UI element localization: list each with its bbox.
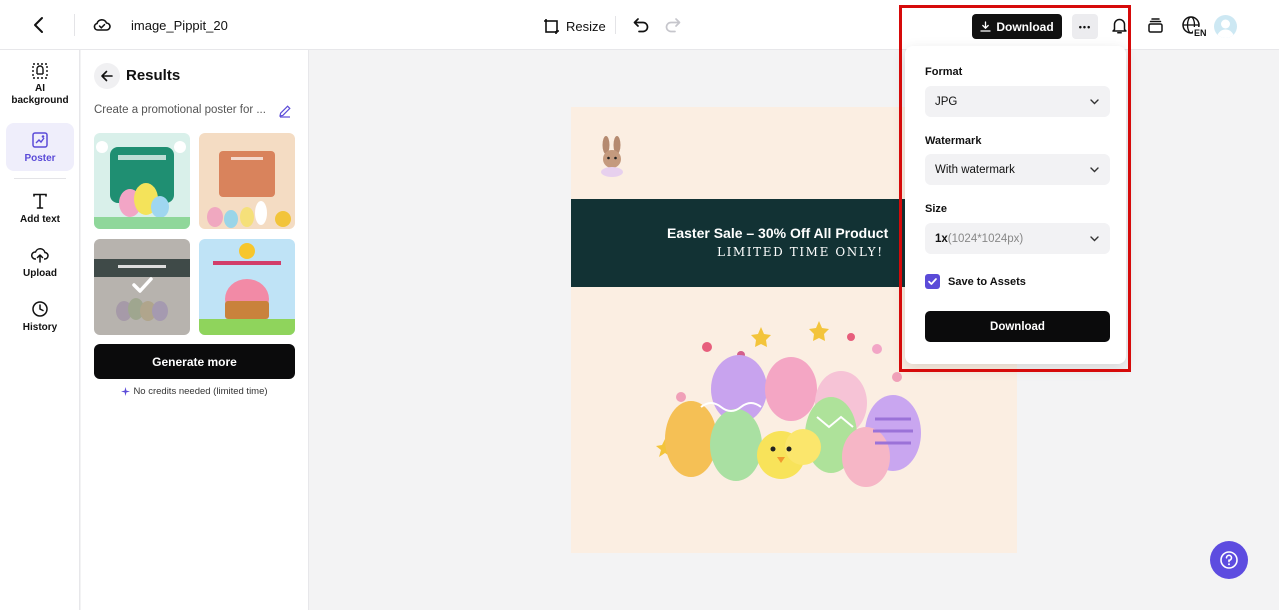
rail-item-poster[interactable]: Poster (6, 123, 74, 171)
bunny-logo-icon (601, 136, 623, 177)
edit-pencil-icon[interactable] (278, 104, 292, 118)
language-code: EN (1194, 28, 1207, 37)
resize-button[interactable]: Resize (543, 15, 606, 37)
upload-icon (31, 248, 49, 263)
text-icon (33, 193, 47, 209)
question-icon (1220, 551, 1238, 569)
rail-item-history[interactable]: History (6, 300, 74, 336)
undo-button[interactable] (632, 16, 650, 34)
back-button[interactable] (28, 14, 50, 36)
rail-item-upload[interactable]: Upload (6, 246, 74, 282)
divider (14, 178, 66, 179)
resize-icon (544, 18, 559, 34)
cloud-save-icon[interactable] (92, 15, 112, 35)
rail-item-add-text[interactable]: Add text (6, 192, 74, 228)
poster-headline: Easter Sale – 30% Off All Product (667, 225, 889, 241)
rail-item-label: Poster (24, 153, 56, 164)
result-thumbnail-2[interactable] (199, 133, 295, 229)
poster-icon (32, 132, 48, 148)
rail-item-ai-background[interactable]: AI background (6, 62, 74, 114)
check-icon (132, 277, 153, 293)
credits-note: No credits needed (limited time) (94, 386, 295, 397)
redo-button[interactable] (664, 16, 682, 34)
rail-item-label: Add text (20, 214, 60, 225)
result-thumbnail-3-selected[interactable] (94, 239, 190, 335)
poster-subline: LIMITED TIME ONLY! (717, 245, 884, 259)
chevron-left-icon (34, 17, 43, 33)
ai-background-icon (32, 63, 48, 79)
avatar[interactable] (1214, 15, 1237, 38)
history-icon (32, 301, 48, 317)
results-panel: Results Create a promotional poster for … (81, 50, 309, 610)
resize-label: Resize (566, 18, 606, 34)
undo-icon (633, 18, 649, 33)
help-button[interactable] (1210, 541, 1248, 579)
file-name[interactable]: image_Pippit_20 (131, 18, 228, 33)
result-thumbnail-4[interactable] (199, 239, 295, 335)
divider (615, 16, 616, 34)
tool-rail: AI background Poster Add text Upload His… (0, 50, 80, 610)
prompt-text: Create a promotional poster for ... (94, 104, 266, 116)
arrow-left-icon (101, 70, 113, 82)
language-globe-icon[interactable]: EN (1181, 15, 1207, 38)
results-title: Results (126, 67, 181, 84)
divider (74, 14, 75, 36)
rail-item-label: AI background (11, 83, 69, 106)
rail-item-label: Upload (23, 268, 57, 279)
generate-more-button[interactable]: Generate more (94, 344, 295, 379)
redo-icon (665, 18, 681, 33)
sparkle-icon (121, 387, 131, 396)
credits-text: No credits needed (limited time) (133, 386, 268, 397)
result-thumbnail-1[interactable] (94, 133, 190, 229)
highlight-box (899, 5, 1131, 372)
results-back-button[interactable] (94, 63, 120, 89)
layers-icon[interactable] (1146, 16, 1165, 35)
rail-item-label: History (22, 322, 58, 333)
